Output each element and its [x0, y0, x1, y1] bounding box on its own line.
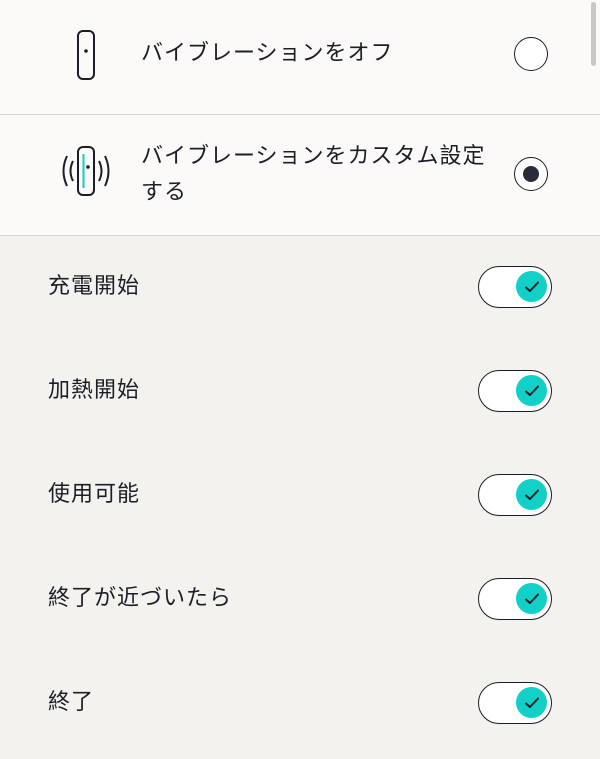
toggle-row-charging-start: 充電開始 [0, 236, 600, 340]
charging-start-switch[interactable] [478, 266, 552, 308]
checkmark-icon [524, 281, 539, 292]
toggle-label: 使用可能 [48, 482, 141, 507]
toggle-row-heating-start: 加熱開始 [0, 340, 600, 444]
switch-knob [516, 375, 547, 406]
vibration-off-option[interactable]: バイブレーションをオフ [0, 0, 600, 115]
vibration-off-label: バイブレーションをオフ [141, 41, 394, 66]
vibration-custom-label: バイブレーションをカスタム設定する [141, 144, 486, 205]
checkmark-icon [524, 385, 539, 396]
switch-knob [516, 271, 547, 302]
vibration-custom-option[interactable]: バイブレーションをカスタム設定する [0, 115, 600, 236]
heating-start-switch[interactable] [478, 370, 552, 412]
toggle-row-end: 終了 [0, 652, 600, 756]
toggle-row-near-end: 終了が近づいたら [0, 548, 600, 652]
switch-knob [516, 479, 547, 510]
device-icon [56, 25, 116, 85]
toggle-label: 加熱開始 [48, 378, 141, 403]
toggle-label: 終了が近づいたら [48, 586, 233, 611]
checkmark-icon [524, 489, 539, 500]
scrollbar[interactable] [591, 2, 596, 66]
vibration-off-radio[interactable] [514, 37, 548, 71]
checkmark-icon [524, 593, 539, 604]
toggle-label: 充電開始 [48, 274, 141, 299]
vibration-custom-radio[interactable] [514, 157, 548, 191]
switch-knob [516, 687, 547, 718]
checkmark-icon [524, 697, 539, 708]
near-end-switch[interactable] [478, 578, 552, 620]
notification-toggle-list: 充電開始 加熱開始 使用可能 終了が近づいたら 終了 [0, 236, 600, 756]
ready-to-use-switch[interactable] [478, 474, 552, 516]
toggle-row-ready-to-use: 使用可能 [0, 444, 600, 548]
device-vibrating-icon [56, 141, 116, 201]
vibration-options: バイブレーションをオフ バイブレーションをカスタム設定する [0, 0, 600, 236]
end-switch[interactable] [478, 682, 552, 724]
toggle-label: 終了 [48, 690, 95, 715]
switch-knob [516, 583, 547, 614]
